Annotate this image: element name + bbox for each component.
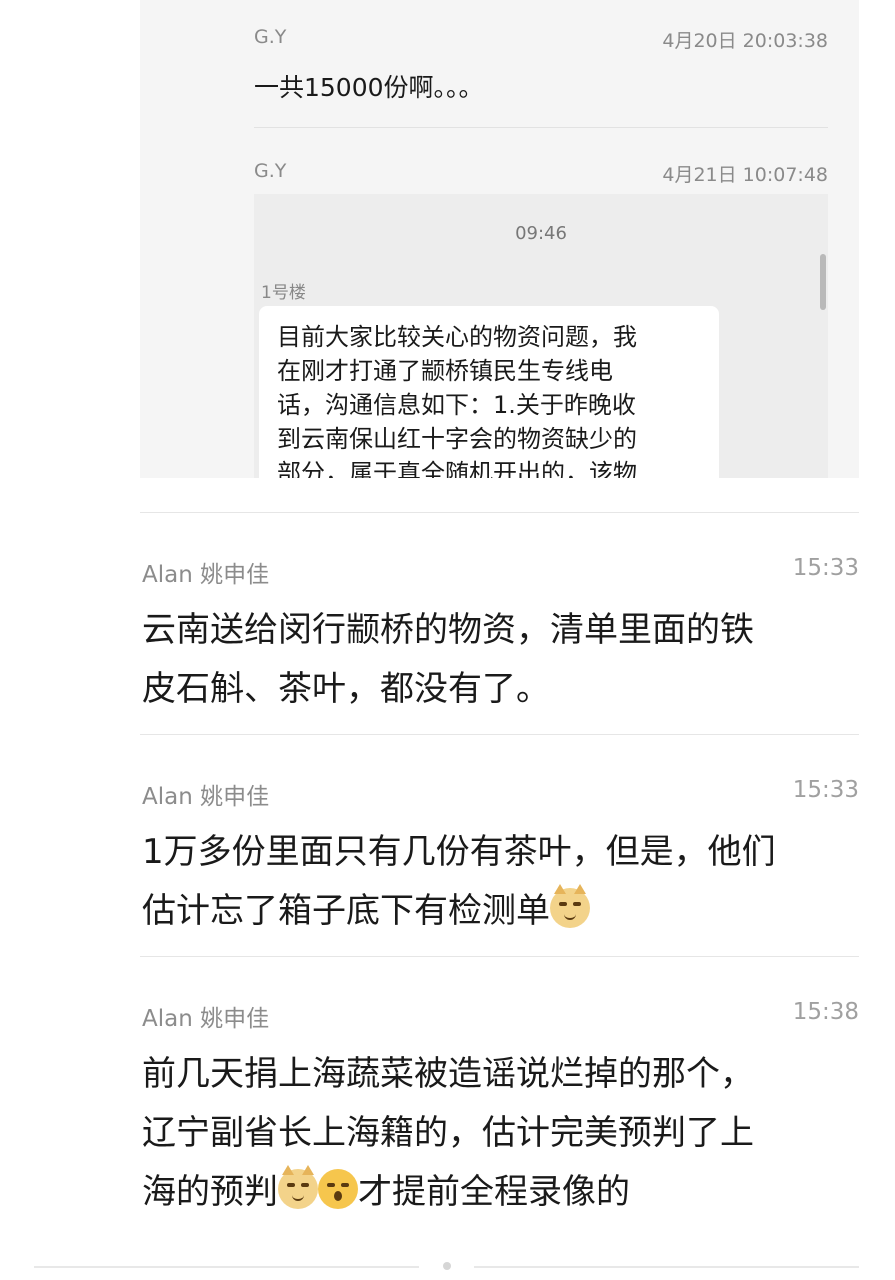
- doge-emoji-icon: [278, 1165, 318, 1209]
- embedded-line: 到云南保山红十字会的物资缺少的: [277, 425, 637, 453]
- quoted-message-2: G.Y 4月21日 10:07:48: [254, 160, 828, 190]
- comment-divider: [140, 734, 859, 735]
- embedded-line: 部分，属于真全随机开出的，该物: [277, 459, 637, 478]
- quoted-message-1: G.Y 4月20日 20:03:38 一共15000份啊。。。: [254, 26, 828, 104]
- comment-sender: Alan 姚申佳: [142, 562, 270, 588]
- comment-line-segment: 才提前全程录像的: [358, 1172, 630, 1212]
- embedded-line: 在刚才打通了颛桥镇民生专线电: [277, 357, 613, 385]
- embedded-screenshot[interactable]: 09:46 1号楼 目前大家比较关心的物资问题，我 在刚才打通了颛桥镇民生专线电…: [254, 194, 828, 478]
- quoted-sender: G.Y: [254, 26, 287, 48]
- comment-time: 15:33: [792, 555, 859, 581]
- doge-emoji-icon: [550, 884, 590, 928]
- comment-line: 估计忘了箱子底下有检测单: [142, 882, 859, 941]
- comment-line-segment: 估计忘了箱子底下有检测单: [142, 891, 550, 931]
- embedded-chat-time: 09:46: [515, 223, 567, 244]
- quoted-chat-panel: G.Y 4月20日 20:03:38 一共15000份啊。。。 G.Y 4月21…: [140, 0, 859, 478]
- comment-text: 1万多份里面只有几份有茶叶，但是，他们 估计忘了箱子底下有检测单: [140, 823, 859, 941]
- comment-divider: [140, 512, 859, 513]
- quoted-message-text: 一共15000份啊。。。: [254, 73, 484, 102]
- comment-line: 辽宁副省长上海籍的，估计完美预判了上: [142, 1113, 754, 1153]
- comment-item[interactable]: Alan 姚申佳 15:33 1万多份里面只有几份有茶叶，但是，他们 估计忘了箱…: [140, 773, 859, 941]
- bottom-divider-right: [474, 1266, 859, 1268]
- embedded-message-bubble: 目前大家比较关心的物资问题，我 在刚才打通了颛桥镇民生专线电 话，沟通信息如下：…: [259, 306, 719, 478]
- gasp-emoji-icon: [318, 1169, 358, 1209]
- comment-line: 海的预判 才提前全程录像的: [142, 1163, 859, 1222]
- embedded-group-name: 1号楼: [261, 283, 306, 303]
- comment-text: 前几天捐上海蔬菜被造谣说烂掉的那个， 辽宁副省长上海籍的，估计完美预判了上 海的…: [140, 1045, 859, 1222]
- embedded-line: 话，沟通信息如下：1.关于昨晚收: [277, 391, 636, 419]
- comment-line: 前几天捐上海蔬菜被造谣说烂掉的那个，: [142, 1054, 754, 1094]
- comment-text: 云南送给闵行颛桥的物资，清单里面的铁 皮石斛、茶叶，都没有了。: [140, 601, 859, 719]
- comment-line: 1万多份里面只有几份有茶叶，但是，他们: [142, 832, 776, 872]
- comment-time: 15:38: [792, 999, 859, 1025]
- quoted-timestamp: 4月20日 20:03:38: [662, 30, 828, 52]
- embedded-scrollbar[interactable]: [820, 254, 826, 310]
- comment-sender: Alan 姚申佳: [142, 1006, 270, 1032]
- comment-sender: Alan 姚申佳: [142, 784, 270, 810]
- comment-line: 云南送给闵行颛桥的物资，清单里面的铁: [142, 610, 754, 650]
- comment-time: 15:33: [792, 777, 859, 803]
- quoted-divider: [254, 127, 828, 128]
- quoted-sender: G.Y: [254, 160, 287, 182]
- comment-line: 皮石斛、茶叶，都没有了。: [142, 669, 550, 709]
- quoted-timestamp: 4月21日 10:07:48: [662, 164, 828, 186]
- comment-line-segment: 海的预判: [142, 1172, 278, 1212]
- embedded-line: 目前大家比较关心的物资问题，我: [277, 323, 637, 351]
- bottom-divider-dot: [443, 1262, 451, 1270]
- comment-item[interactable]: Alan 姚申佳 15:38 前几天捐上海蔬菜被造谣说烂掉的那个， 辽宁副省长上…: [140, 995, 859, 1222]
- comment-divider: [140, 956, 859, 957]
- comment-item[interactable]: Alan 姚申佳 15:33 云南送给闵行颛桥的物资，清单里面的铁 皮石斛、茶叶…: [140, 551, 859, 719]
- bottom-divider-left: [34, 1266, 419, 1268]
